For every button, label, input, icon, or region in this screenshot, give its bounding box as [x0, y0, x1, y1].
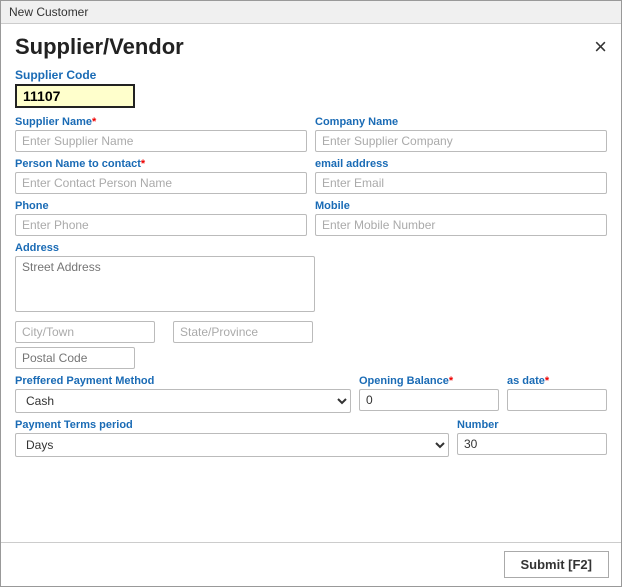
dialog: Supplier/Vendor × Supplier Code 11107 Su…	[1, 24, 621, 542]
supplier-code-label: Supplier Code	[15, 68, 607, 82]
payment-terms-group: Payment Terms period Days Weeks Months	[15, 419, 449, 457]
state-input[interactable]	[173, 321, 313, 343]
mobile-group: Mobile	[315, 200, 607, 236]
row-phone-mobile: Phone Mobile	[15, 200, 607, 236]
submit-button[interactable]: Submit [F2]	[504, 551, 610, 578]
dialog-title: Supplier/Vendor	[15, 34, 184, 60]
payment-section: Preffered Payment Method Cash Credit Car…	[15, 375, 607, 413]
mobile-label: Mobile	[315, 200, 607, 212]
supplier-code-section: Supplier Code 11107	[15, 68, 607, 116]
email-group: email address	[315, 158, 607, 194]
payment-method-group: Preffered Payment Method Cash Credit Car…	[15, 375, 351, 413]
dialog-header: Supplier/Vendor ×	[15, 34, 607, 60]
supplier-name-input[interactable]	[15, 130, 307, 152]
supplier-name-label: Supplier Name*	[15, 116, 307, 128]
address-input[interactable]	[15, 256, 315, 312]
opening-balance-group: Opening Balance*	[359, 375, 499, 413]
phone-input[interactable]	[15, 214, 307, 236]
payment-terms-select[interactable]: Days Weeks Months	[15, 433, 449, 457]
contact-person-label: Person Name to contact*	[15, 158, 307, 170]
mobile-input[interactable]	[315, 214, 607, 236]
row-contact-email: Person Name to contact* email address	[15, 158, 607, 194]
title-bar: New Customer	[1, 1, 621, 24]
address-label: Address	[15, 242, 607, 254]
contact-person-group: Person Name to contact*	[15, 158, 307, 194]
postal-row	[15, 347, 607, 369]
number-group: Number	[457, 419, 607, 457]
phone-group: Phone	[15, 200, 307, 236]
supplier-name-group: Supplier Name*	[15, 116, 307, 152]
address-section: Address	[15, 242, 607, 317]
city-group	[15, 321, 165, 343]
city-input[interactable]	[15, 321, 155, 343]
state-group	[173, 321, 323, 343]
payment-method-label: Preffered Payment Method	[15, 375, 351, 387]
terms-row: Payment Terms period Days Weeks Months N…	[15, 419, 607, 457]
window: New Customer Supplier/Vendor × Supplier …	[0, 0, 622, 587]
phone-label: Phone	[15, 200, 307, 212]
opening-balance-label: Opening Balance*	[359, 375, 499, 387]
contact-person-input[interactable]	[15, 172, 307, 194]
company-name-group: Company Name	[315, 116, 607, 152]
dialog-footer: Submit [F2]	[1, 542, 621, 586]
number-input[interactable]	[457, 433, 607, 455]
city-state-row	[15, 321, 323, 343]
company-name-input[interactable]	[315, 130, 607, 152]
payment-method-select[interactable]: Cash Credit Card Bank Transfer Cheque	[15, 389, 351, 413]
email-input[interactable]	[315, 172, 607, 194]
title-bar-label: New Customer	[9, 5, 88, 19]
opening-balance-input[interactable]	[359, 389, 499, 411]
as-date-group: as date*	[507, 375, 607, 413]
row-supplier-company: Supplier Name* Company Name	[15, 116, 607, 152]
postal-input[interactable]	[15, 347, 135, 369]
as-date-label: as date*	[507, 375, 607, 387]
number-label: Number	[457, 419, 607, 431]
as-date-input[interactable]	[507, 389, 607, 411]
email-label: email address	[315, 158, 607, 170]
company-name-label: Company Name	[315, 116, 607, 128]
supplier-code-value: 11107	[15, 84, 135, 108]
payment-terms-label: Payment Terms period	[15, 419, 449, 431]
close-button[interactable]: ×	[594, 36, 607, 58]
